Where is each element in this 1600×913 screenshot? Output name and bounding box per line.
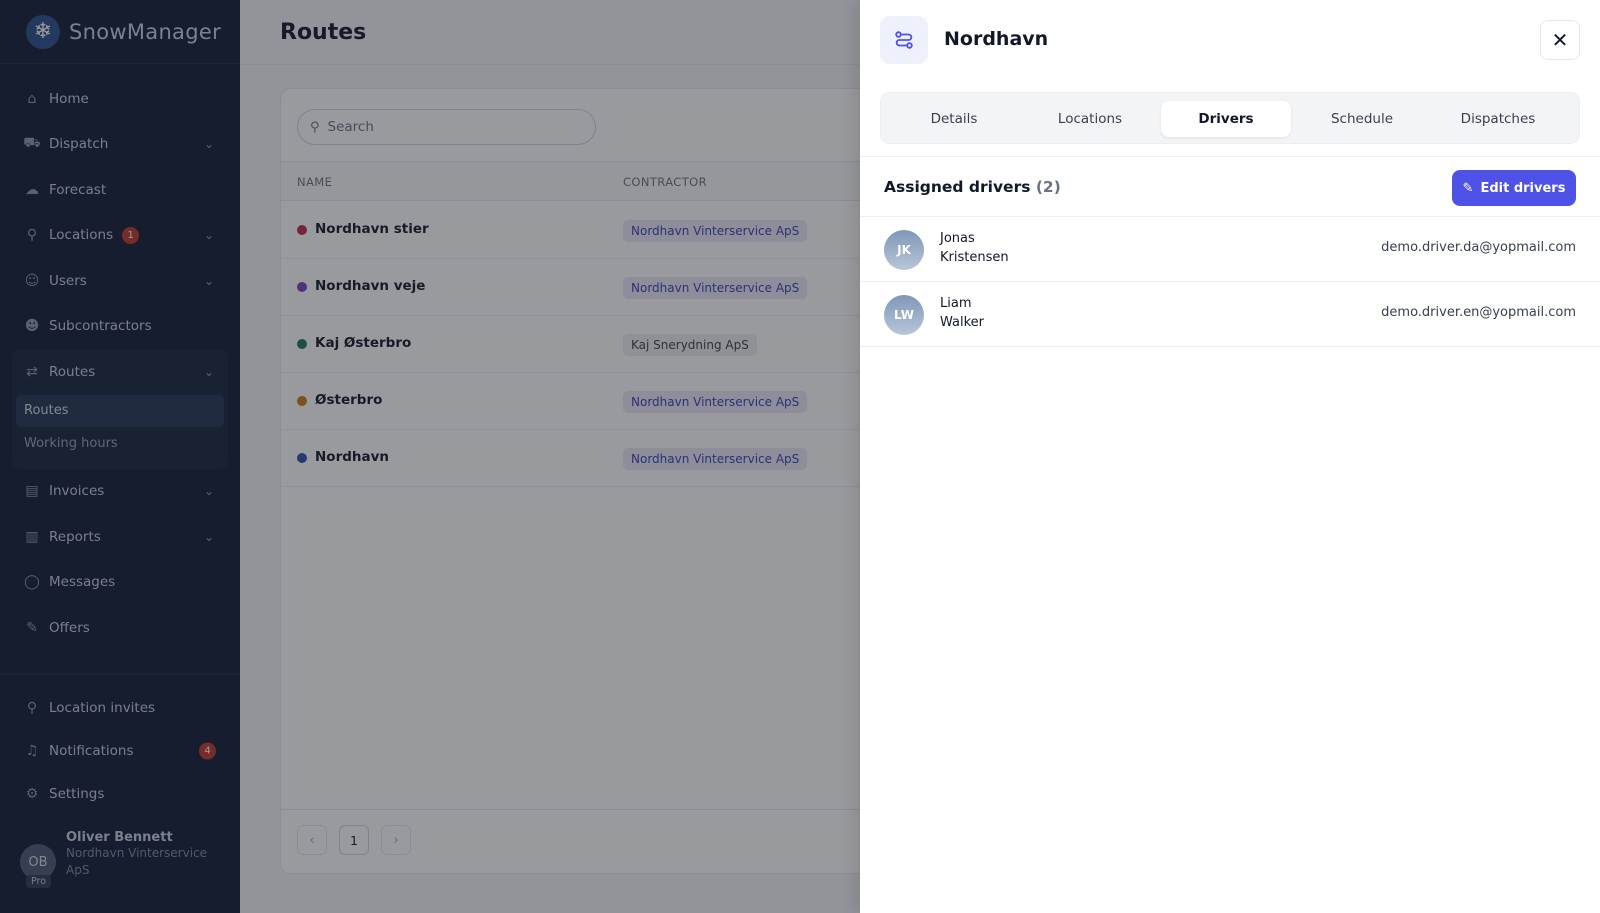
route-icon xyxy=(880,16,928,64)
panel-tabs: Details Locations Drivers Schedule Dispatche… xyxy=(880,92,1580,144)
driver-first-name: Liam xyxy=(940,296,972,311)
driver-last-name: Kristensen xyxy=(940,250,1009,265)
edit-drivers-label: Edit drivers xyxy=(1480,180,1566,196)
driver-first-name: Jonas xyxy=(940,231,975,246)
tab-locations[interactable]: Locations xyxy=(1025,101,1155,137)
driver-last-name: Walker xyxy=(940,315,985,330)
tab-drivers[interactable]: Drivers xyxy=(1161,101,1291,137)
tab-dispatches[interactable]: Dispatches xyxy=(1433,101,1563,137)
edit-drivers-button[interactable]: ✎ Edit drivers xyxy=(1452,170,1576,206)
close-icon: ✕ xyxy=(1551,28,1569,52)
assigned-drivers-label: Assigned drivers xyxy=(884,178,1031,196)
driver-row[interactable]: LW Liam Walker demo.driver.en@yopmail.com xyxy=(860,282,1600,347)
assigned-drivers-count: (2) xyxy=(1035,178,1061,196)
panel-title: Nordhavn xyxy=(944,28,1049,50)
tabs-divider xyxy=(860,156,1600,157)
driver-email: demo.driver.en@yopmail.com xyxy=(1381,305,1576,320)
tab-schedule[interactable]: Schedule xyxy=(1297,101,1427,137)
driver-avatar: JK xyxy=(884,230,924,270)
close-button[interactable]: ✕ xyxy=(1540,20,1580,60)
route-detail-panel: Nordhavn ✕ Details Locations Drivers Schedu… xyxy=(860,0,1600,913)
tab-details[interactable]: Details xyxy=(889,101,1019,137)
driver-avatar: LW xyxy=(884,295,924,335)
pencil-icon: ✎ xyxy=(1462,180,1474,196)
driver-email: demo.driver.da@yopmail.com xyxy=(1381,240,1576,255)
assigned-drivers-heading: Assigned drivers (2) xyxy=(884,178,1061,196)
driver-row[interactable]: JK Jonas Kristensen demo.driver.da@yopmail.… xyxy=(860,217,1600,282)
